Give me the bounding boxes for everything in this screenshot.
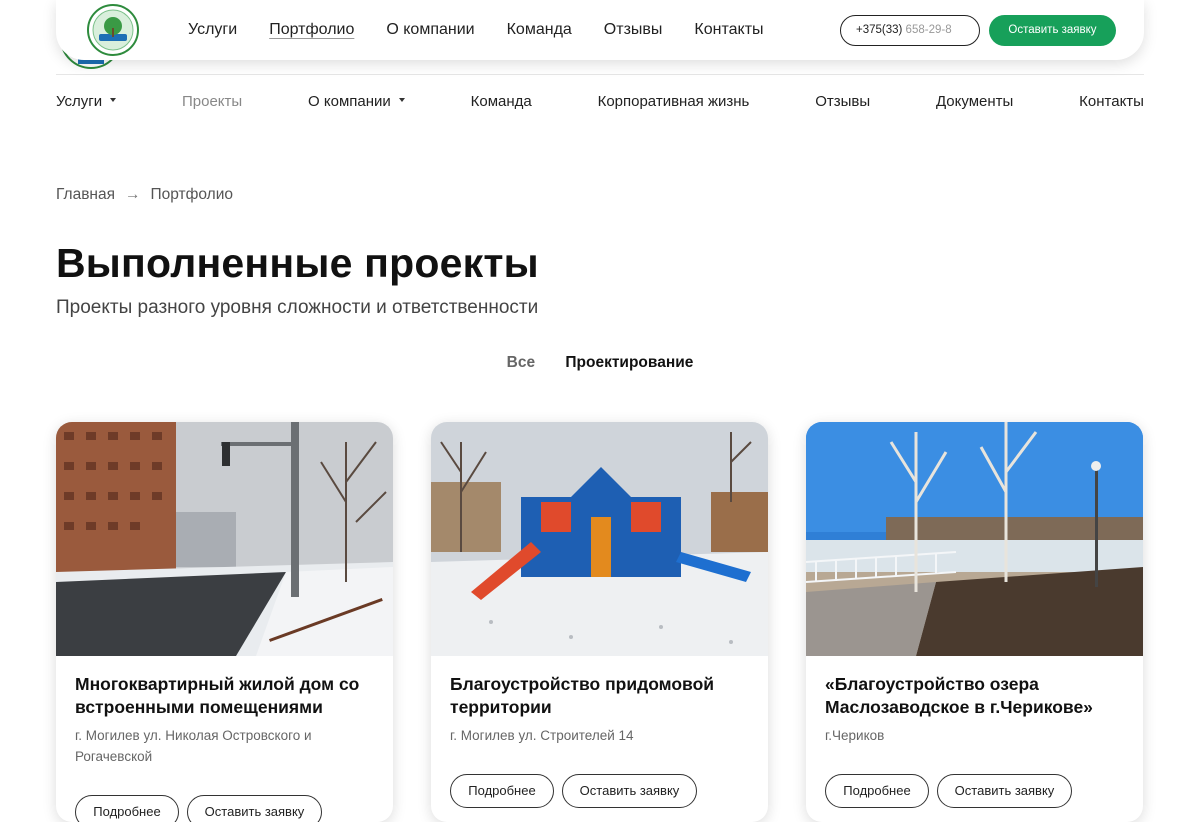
top-nav-portfolio[interactable]: Портфолио bbox=[269, 21, 354, 39]
phone-code: +375(33) bbox=[856, 24, 903, 36]
top-nav-services[interactable]: Услуги bbox=[188, 21, 237, 39]
top-nav: Услуги Портфолио О компании Команда Отзы… bbox=[188, 0, 796, 60]
breadcrumb-current: Портфолио bbox=[150, 186, 234, 203]
page-subtitle: Проекты разного уровня сложности и ответ… bbox=[56, 297, 539, 318]
main-nav-services[interactable]: Услуги bbox=[56, 93, 117, 110]
request-button[interactable]: Оставить заявку bbox=[989, 15, 1116, 46]
page-title: Выполненные проекты bbox=[56, 240, 539, 286]
top-nav-contacts[interactable]: Контакты bbox=[694, 21, 763, 39]
phone-link[interactable]: +375(33) 658-29-8 bbox=[840, 15, 980, 46]
main-nav-documents[interactable]: Документы bbox=[936, 93, 1013, 110]
arrow-right-icon: → bbox=[125, 186, 141, 203]
top-nav-about[interactable]: О компании bbox=[386, 21, 474, 39]
card-title[interactable]: Благоустройство придомовой территории bbox=[450, 673, 750, 718]
project-card[interactable]: «Благоустройство озера Маслозаводское в … bbox=[806, 422, 1143, 822]
main-nav-reviews[interactable]: Отзывы bbox=[815, 93, 870, 110]
card-address: г. Могилев ул. Строителей 14 bbox=[450, 728, 634, 743]
main-nav: Услуги Проекты О компании Команда Корпор… bbox=[56, 93, 1144, 110]
main-nav-team[interactable]: Команда bbox=[471, 93, 532, 110]
filter-all[interactable]: Все bbox=[507, 354, 535, 371]
card-title[interactable]: Многоквартирный жилой дом со встроенными… bbox=[75, 673, 375, 718]
order-button[interactable]: Оставить заявку bbox=[937, 774, 1072, 808]
project-card[interactable]: Многоквартирный жилой дом со встроенными… bbox=[56, 422, 393, 822]
order-button[interactable]: Оставить заявку bbox=[562, 774, 697, 808]
main-nav-contacts[interactable]: Контакты bbox=[1079, 93, 1144, 110]
company-logo[interactable] bbox=[87, 4, 139, 56]
top-nav-team[interactable]: Команда bbox=[507, 21, 572, 39]
project-photo-street bbox=[56, 422, 393, 656]
header-divider bbox=[56, 74, 1144, 75]
card-address: г.Чериков bbox=[825, 728, 885, 743]
chevron-down-icon bbox=[110, 98, 117, 103]
top-nav-reviews[interactable]: Отзывы bbox=[604, 21, 663, 39]
breadcrumb: Главная → Портфолио bbox=[56, 186, 233, 204]
project-filters: Все Проектирование bbox=[0, 354, 1200, 372]
phone-number: 658-29-8 bbox=[902, 24, 952, 36]
filter-design[interactable]: Проектирование bbox=[565, 354, 693, 371]
details-button[interactable]: Подробнее bbox=[450, 774, 554, 808]
breadcrumb-home[interactable]: Главная bbox=[56, 186, 115, 203]
details-button[interactable]: Подробнее bbox=[75, 795, 179, 822]
main-nav-about[interactable]: О компании bbox=[308, 93, 405, 110]
main-nav-projects[interactable]: Проекты bbox=[182, 93, 242, 110]
main-nav-label: Услуги bbox=[56, 93, 103, 110]
chevron-down-icon bbox=[398, 98, 405, 103]
project-photo-lake bbox=[806, 422, 1143, 656]
main-nav-label: О компании bbox=[308, 93, 391, 110]
sticky-header: Услуги Портфолио О компании Команда Отзы… bbox=[56, 0, 1144, 60]
project-photo-playground bbox=[431, 422, 768, 656]
card-address: г. Могилев ул. Николая Островского и Рог… bbox=[75, 728, 312, 764]
order-button[interactable]: Оставить заявку bbox=[187, 795, 322, 822]
main-nav-corporate-life[interactable]: Корпоративная жизнь bbox=[598, 93, 750, 110]
project-card[interactable]: Благоустройство придомовой территории г.… bbox=[431, 422, 768, 822]
card-title[interactable]: «Благоустройство озера Маслозаводское в … bbox=[825, 673, 1125, 718]
details-button[interactable]: Подробнее bbox=[825, 774, 929, 808]
